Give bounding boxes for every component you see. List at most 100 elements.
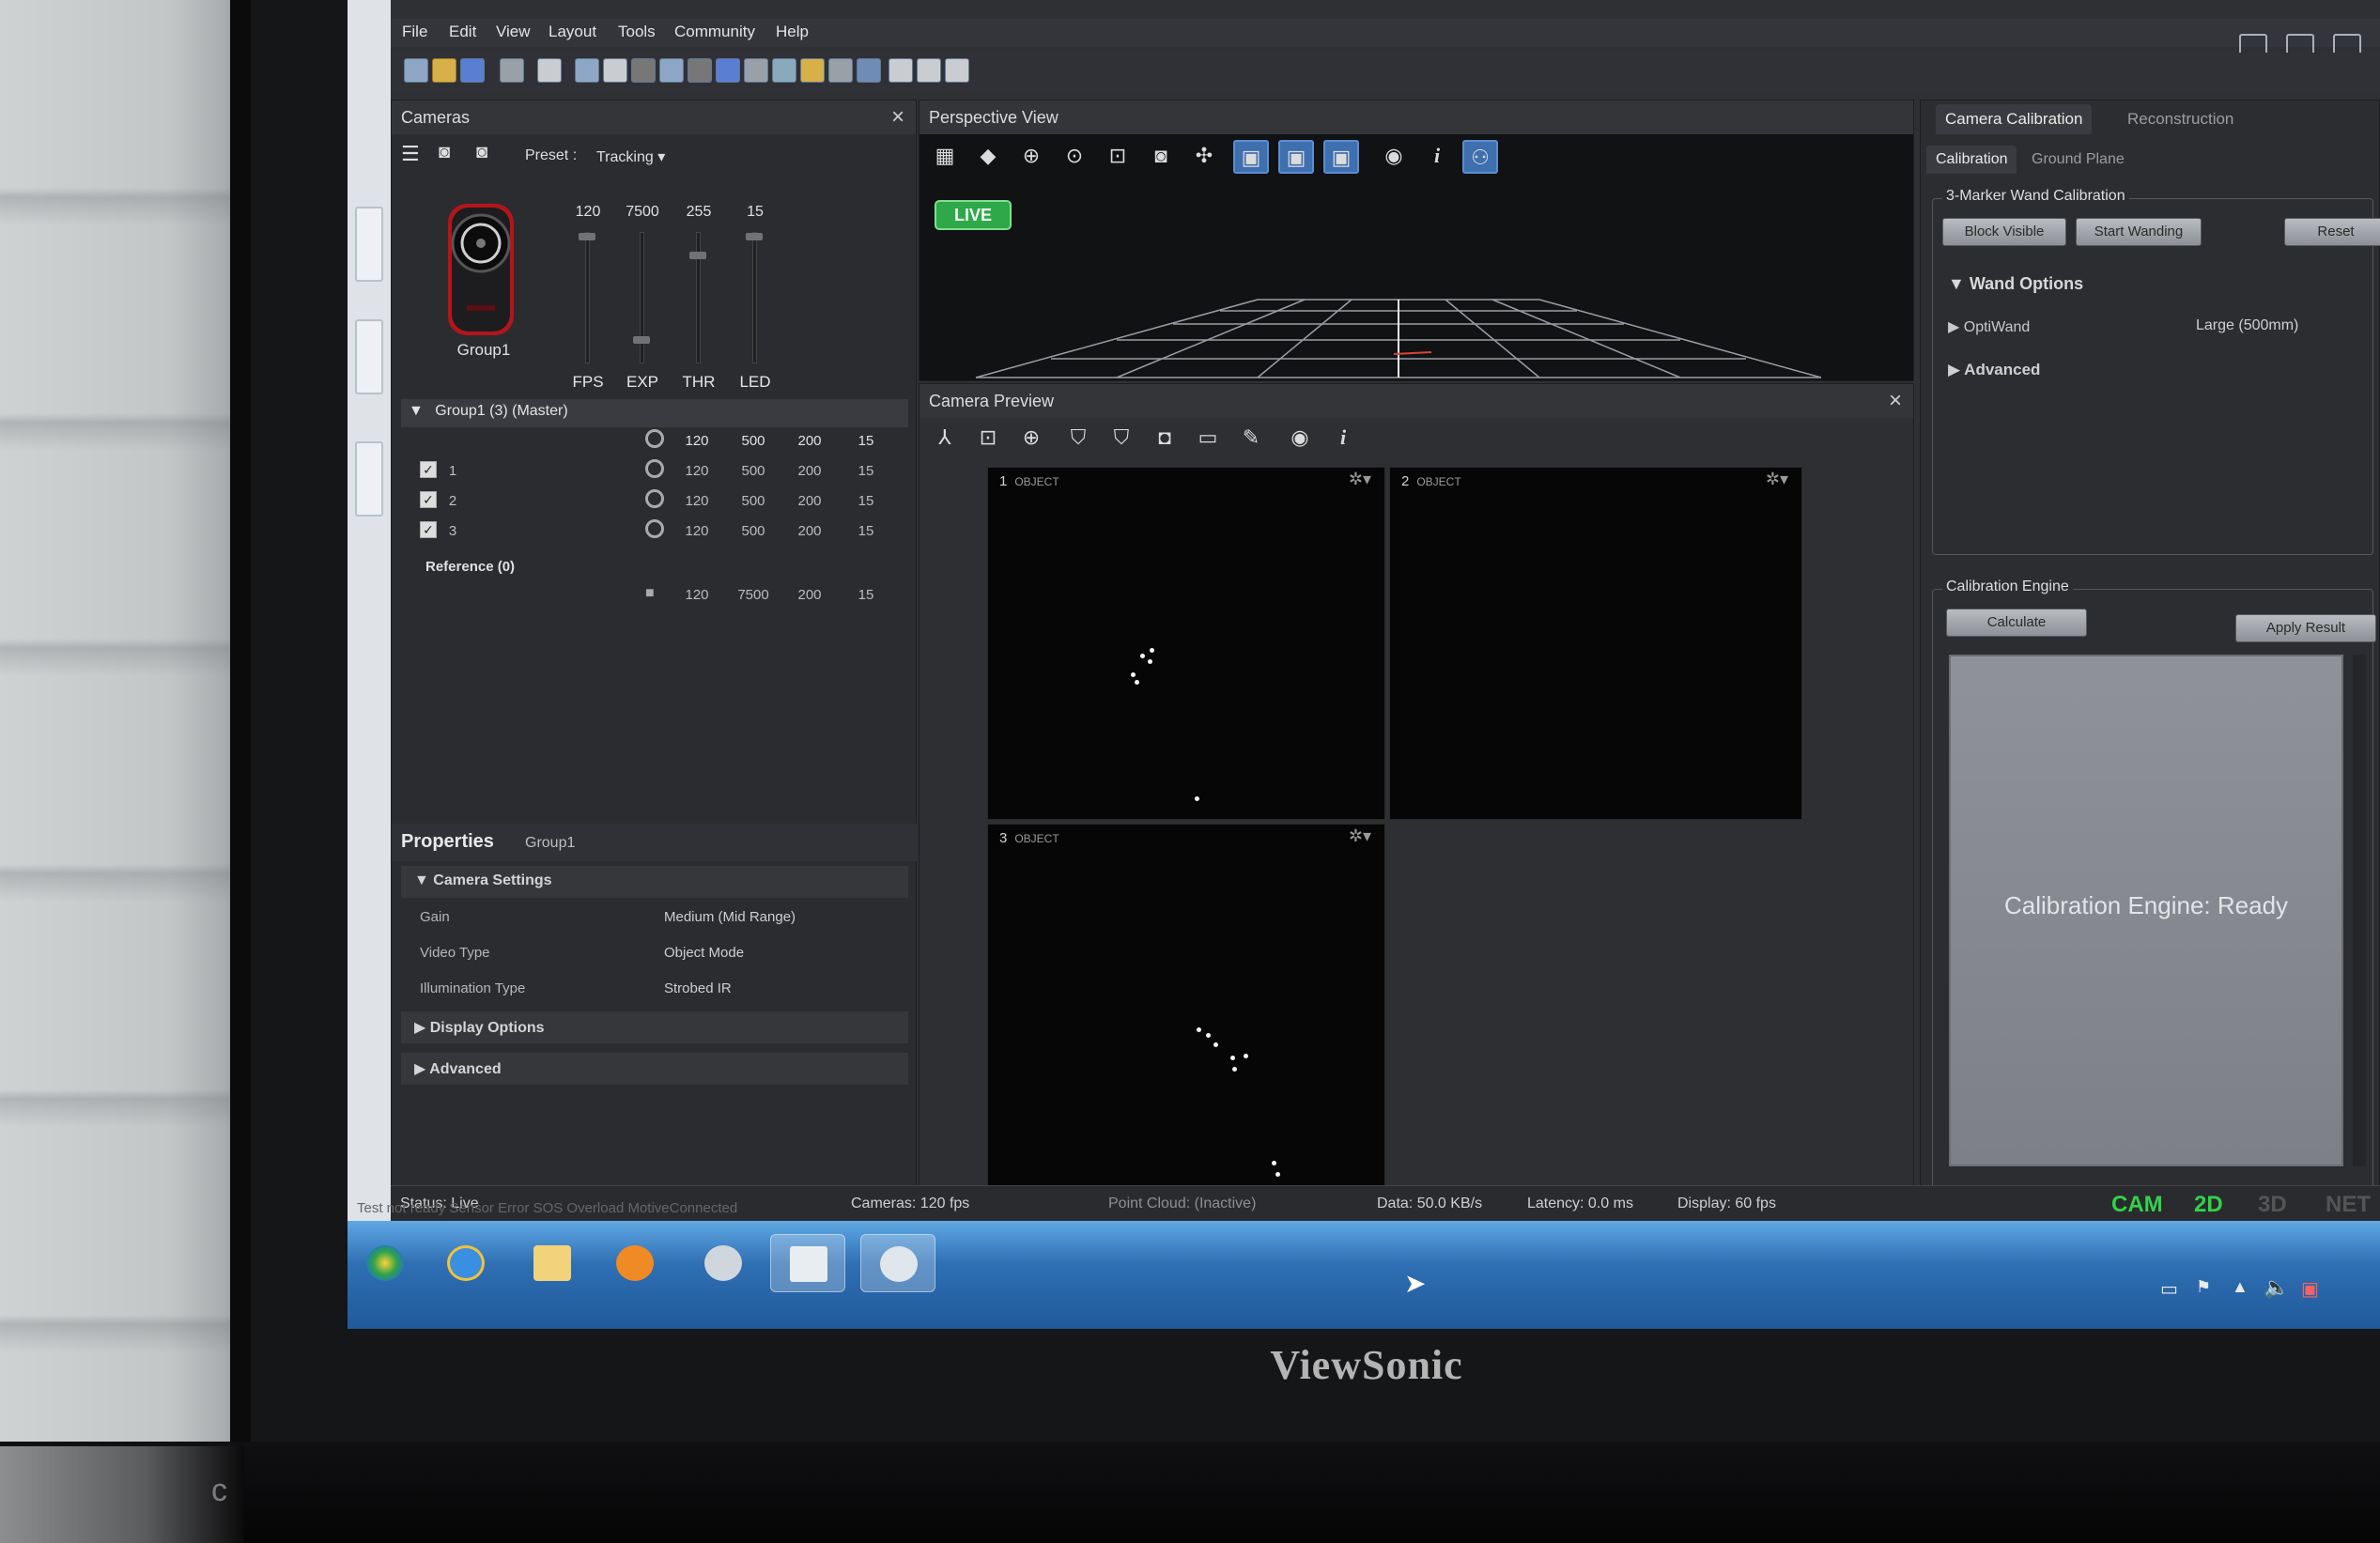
camera-group-icon[interactable]: ◙: [439, 142, 450, 163]
zoom-in-icon[interactable]: ⊕: [1013, 422, 1049, 455]
property-row[interactable]: Gain Medium (Mid Range): [401, 903, 908, 935]
preset-dropdown[interactable]: Tracking ▾: [596, 147, 665, 166]
tab-reconstruction[interactable]: Reconstruction: [2118, 104, 2243, 134]
start-button[interactable]: [348, 1234, 423, 1292]
menu-community[interactable]: Community: [674, 23, 755, 41]
layout-icon[interactable]: [537, 58, 562, 83]
thr-slider[interactable]: 255 THR: [675, 204, 722, 391]
calculate-button[interactable]: Calculate: [1946, 609, 2087, 637]
graph-icon[interactable]: [688, 58, 712, 83]
camera-mode-icon[interactable]: [645, 459, 664, 478]
expand-arrow-icon[interactable]: ▼: [409, 403, 424, 419]
document-icon[interactable]: [772, 58, 796, 83]
perspective-view-panel[interactable]: Perspective View ▦ ◆ ⊕ ⊙ ⊡ ◙ ✣ ▣ ▣ ▣ ◉ i…: [919, 100, 1914, 381]
close-icon[interactable]: ×: [1889, 388, 1902, 414]
menu-help[interactable]: Help: [776, 23, 809, 41]
grid-icon[interactable]: ▦: [927, 140, 963, 174]
panel-icon[interactable]: [659, 58, 684, 83]
wand-icon[interactable]: [631, 58, 656, 83]
camera-checkbox[interactable]: ✓: [420, 521, 437, 538]
open-folder-icon[interactable]: [432, 58, 456, 83]
sequence-icon[interactable]: [716, 58, 740, 83]
optiwand-row[interactable]: ▶ OptiWand: [1948, 317, 2030, 336]
block-visible-button[interactable]: Block Visible: [1942, 218, 2066, 246]
camera-mode-icon[interactable]: [645, 429, 664, 448]
camera-group-row[interactable]: ▼ Group1 (3) (Master): [401, 399, 908, 427]
taskbar-explorer[interactable]: [515, 1234, 590, 1292]
branch-icon[interactable]: ✣: [1186, 140, 1222, 174]
menu-layout[interactable]: Layout: [549, 23, 596, 41]
list-view-icon[interactable]: ☰: [401, 142, 420, 166]
calibration-icon[interactable]: [828, 58, 853, 83]
camera-icon[interactable]: ◙: [1143, 140, 1179, 174]
mask-clear-icon[interactable]: ⛉: [1104, 422, 1139, 455]
warning-icon[interactable]: [800, 58, 825, 83]
info-icon[interactable]: i: [1325, 422, 1361, 455]
tools-icon[interactable]: [500, 58, 524, 83]
camera-mode-icon[interactable]: [645, 519, 664, 538]
camera-row[interactable]: ✓ 3 120 500 200 15: [420, 517, 908, 546]
view-2-icon[interactable]: [917, 58, 941, 83]
view-1-icon[interactable]: [889, 58, 913, 83]
close-icon[interactable]: ×: [891, 104, 904, 131]
zoom-fit-icon[interactable]: ⊡: [1100, 140, 1136, 174]
exp-slider[interactable]: 7500 EXP: [619, 204, 666, 391]
menu-file[interactable]: File: [402, 23, 427, 41]
advanced-row[interactable]: ▶ Advanced: [1948, 361, 2040, 379]
menu-tools[interactable]: Tools: [618, 23, 656, 41]
list-icon[interactable]: [744, 58, 768, 83]
new-file-icon[interactable]: [404, 58, 428, 83]
record-icon[interactable]: ◘: [1147, 422, 1182, 455]
camera-settings-icon[interactable]: ◙: [476, 142, 487, 163]
exp-knob[interactable]: [633, 336, 650, 344]
thr-knob[interactable]: [689, 252, 706, 259]
display-options-section[interactable]: ▶ Display Options: [401, 1011, 908, 1043]
fps-slider[interactable]: 120 FPS: [564, 204, 611, 391]
camera-row[interactable]: ✓ 2 120 500 200 15: [420, 487, 908, 516]
tracking-icon[interactable]: ⚇: [1462, 140, 1498, 174]
start-wanding-button[interactable]: Start Wanding: [2076, 218, 2202, 246]
camera-checkbox[interactable]: ✓: [420, 461, 437, 478]
camera-viewport-3[interactable]: 3 OBJECT ✲▾: [987, 824, 1385, 1199]
optiwand-value[interactable]: Large (500mm): [2196, 317, 2298, 334]
taskbar-app[interactable]: [686, 1234, 761, 1292]
gear-icon[interactable]: ✲▾: [1349, 470, 1371, 489]
taskbar-media[interactable]: [597, 1234, 672, 1292]
camera-checkbox[interactable]: ✓: [420, 491, 437, 508]
pencil-icon[interactable]: ✎: [1233, 422, 1269, 455]
camera-settings-section[interactable]: ▼ Camera Settings: [401, 866, 908, 898]
info-icon[interactable]: i: [1419, 140, 1455, 174]
reset-button[interactable]: Reset: [2284, 218, 2380, 246]
axis-icon[interactable]: ⅄: [927, 422, 963, 455]
gear-icon[interactable]: ✲▾: [1766, 470, 1788, 489]
reference-row-label[interactable]: Reference (0): [425, 553, 914, 581]
eye-icon[interactable]: ◉: [1376, 140, 1412, 174]
subtab-ground-plane[interactable]: Ground Plane: [2022, 146, 2134, 174]
network-icon[interactable]: ▣: [2301, 1277, 2319, 1301]
taskbar-window[interactable]: [770, 1234, 845, 1292]
camera-row[interactable]: ✓ 1 120 500 200 15: [420, 457, 908, 486]
cube-icon[interactable]: ◆: [970, 140, 1006, 174]
zoom-fit-icon[interactable]: ⊡: [970, 422, 1006, 455]
frame-icon[interactable]: ▭: [1190, 422, 1226, 455]
taskbar-ie[interactable]: [428, 1234, 503, 1292]
tab-camera-calibration[interactable]: Camera Calibration: [1936, 104, 2093, 134]
view-mode-3-icon[interactable]: ▣: [1323, 140, 1359, 174]
monitor-icon[interactable]: [575, 58, 599, 83]
property-row[interactable]: Illumination Type Strobed IR: [401, 975, 908, 1007]
save-icon[interactable]: [460, 58, 485, 83]
advanced-section[interactable]: ▶ Advanced: [401, 1053, 908, 1085]
view-mode-2-icon[interactable]: ▣: [1278, 140, 1314, 174]
tray-arrow-icon[interactable]: ▲: [2232, 1277, 2249, 1297]
menu-view[interactable]: View: [496, 23, 531, 41]
menu-edit[interactable]: Edit: [449, 23, 476, 41]
zoom-region-icon[interactable]: ⊙: [1057, 140, 1092, 174]
tray-keyboard-icon[interactable]: ▭: [2160, 1277, 2178, 1301]
camera-viewport-2[interactable]: 2 OBJECT ✲▾: [1389, 467, 1802, 820]
wand-options-row[interactable]: ▼ Wand Options: [1948, 274, 2083, 294]
led-slider[interactable]: 15 LED: [732, 204, 779, 391]
subtab-calibration[interactable]: Calibration: [1926, 146, 2017, 174]
view-3-icon[interactable]: [945, 58, 969, 83]
scrollbar[interactable]: [2353, 655, 2366, 1166]
view-mode-1-icon[interactable]: ▣: [1233, 140, 1269, 174]
